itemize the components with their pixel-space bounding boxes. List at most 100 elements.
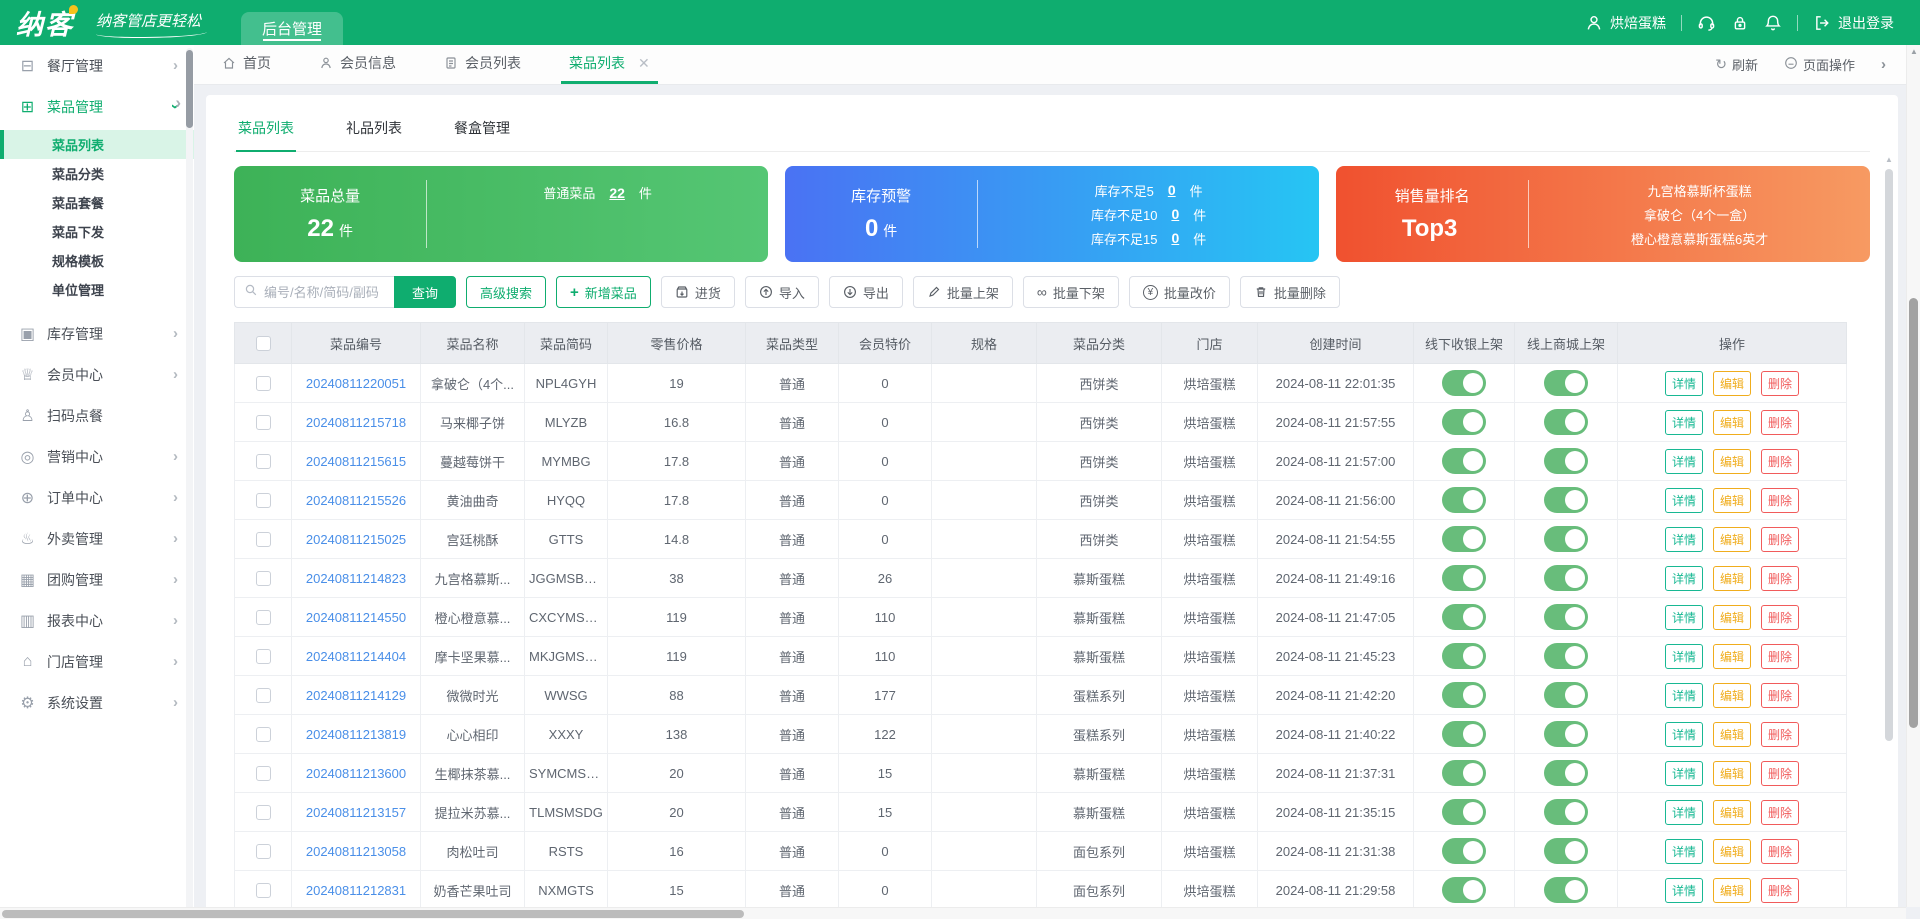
sidebar-item-dish-mgmt[interactable]: ⊞ 菜品管理 ›	[0, 86, 194, 127]
row-checkbox[interactable]	[255, 805, 271, 821]
offline-shelf-toggle[interactable]	[1442, 448, 1486, 474]
offline-shelf-toggle[interactable]	[1442, 409, 1486, 435]
query-button[interactable]: 查询	[394, 276, 457, 308]
offline-shelf-toggle[interactable]	[1442, 838, 1486, 864]
online-shelf-toggle[interactable]	[1544, 565, 1588, 591]
offline-shelf-toggle[interactable]	[1442, 565, 1486, 591]
subtab-mealbox-mgmt[interactable]: 餐盒管理	[452, 111, 512, 151]
tab-member-list[interactable]: 会员列表	[444, 53, 521, 84]
advanced-search-button[interactable]: 高级搜索	[466, 276, 547, 308]
delete-button[interactable]: 删除	[1761, 604, 1800, 630]
current-user[interactable]: 烘焙蛋糕	[1585, 13, 1666, 33]
row-checkbox[interactable]	[255, 376, 271, 392]
sidebar-item-system-settings[interactable]: ⚙ 系统设置 ›	[0, 682, 194, 723]
online-shelf-toggle[interactable]	[1544, 409, 1588, 435]
detail-button[interactable]: 详情	[1664, 370, 1703, 396]
dish-id-link[interactable]: 20240811220051	[306, 376, 406, 391]
bell-icon[interactable]	[1764, 14, 1782, 32]
sidebar-subitem-dish-combo[interactable]: 菜品套餐	[0, 188, 194, 217]
sidebar-subitem-dish-list[interactable]: 菜品列表	[0, 130, 194, 159]
edit-button[interactable]: 编辑	[1712, 370, 1751, 396]
detail-button[interactable]: 详情	[1664, 604, 1703, 630]
offline-shelf-toggle[interactable]	[1442, 682, 1486, 708]
tab-member-info[interactable]: 会员信息	[319, 53, 396, 84]
refresh-button[interactable]: ↻ 刷新	[1715, 55, 1758, 74]
scroll-up-icon[interactable]: ▲	[1885, 155, 1893, 164]
online-shelf-toggle[interactable]	[1544, 526, 1588, 552]
offline-shelf-toggle[interactable]	[1442, 526, 1486, 552]
subtab-dish-list[interactable]: 菜品列表	[236, 111, 296, 152]
batch-off-shelf-button[interactable]: ∞ 批量下架	[1022, 276, 1119, 308]
batch-on-shelf-button[interactable]: 批量上架	[912, 276, 1013, 308]
batch-delete-button[interactable]: 批量删除	[1239, 276, 1340, 308]
edit-button[interactable]: 编辑	[1712, 565, 1751, 591]
sidebar-item-scan-order[interactable]: ♙ 扫码点餐	[0, 395, 194, 436]
delete-button[interactable]: 删除	[1761, 448, 1800, 474]
delete-button[interactable]: 删除	[1761, 721, 1800, 747]
online-shelf-toggle[interactable]	[1544, 487, 1588, 513]
offline-shelf-toggle[interactable]	[1442, 487, 1486, 513]
search-input[interactable]	[264, 284, 385, 300]
detail-button[interactable]: 详情	[1664, 643, 1703, 669]
offline-shelf-toggle[interactable]	[1442, 721, 1486, 747]
dish-id-link[interactable]: 20240811213058	[306, 844, 406, 859]
dish-id-link[interactable]: 20240811213157	[306, 805, 406, 820]
export-button[interactable]: 导出	[828, 276, 903, 308]
window-horizontal-scrollbar[interactable]	[0, 907, 1906, 919]
edit-button[interactable]: 编辑	[1712, 604, 1751, 630]
detail-button[interactable]: 详情	[1664, 721, 1703, 747]
detail-button[interactable]: 详情	[1664, 682, 1703, 708]
sidebar-item-marketing-center[interactable]: ◎ 营销中心 ›	[0, 436, 194, 477]
row-checkbox[interactable]	[255, 727, 271, 743]
row-checkbox[interactable]	[255, 883, 271, 899]
delete-button[interactable]: 删除	[1761, 370, 1800, 396]
row-checkbox[interactable]	[255, 415, 271, 431]
chevron-right-icon[interactable]: ›	[1881, 56, 1886, 73]
dish-id-link[interactable]: 20240811215615	[306, 454, 406, 469]
delete-button[interactable]: 删除	[1761, 838, 1800, 864]
edit-button[interactable]: 编辑	[1712, 799, 1751, 825]
online-shelf-toggle[interactable]	[1544, 838, 1588, 864]
delete-button[interactable]: 删除	[1761, 877, 1800, 903]
sidebar-item-store-mgmt[interactable]: ⌂ 门店管理 ›	[0, 641, 194, 682]
sidebar-subitem-dish-category[interactable]: 菜品分类	[0, 159, 194, 188]
sidebar-scrollbar[interactable]	[186, 48, 193, 916]
sidebar-item-inventory-mgmt[interactable]: ▣ 库存管理 ›	[0, 313, 194, 354]
dish-id-link[interactable]: 20240811212831	[306, 883, 406, 898]
detail-button[interactable]: 详情	[1664, 487, 1703, 513]
window-vertical-scrollbar[interactable]: ▲	[1906, 45, 1920, 907]
edit-button[interactable]: 编辑	[1712, 526, 1751, 552]
detail-button[interactable]: 详情	[1664, 448, 1703, 474]
row-checkbox[interactable]	[255, 610, 271, 626]
sidebar-item-groupbuy-mgmt[interactable]: ▦ 团购管理 ›	[0, 559, 194, 600]
sidebar-collapse-handle[interactable]: ›	[175, 93, 181, 113]
row-checkbox[interactable]	[255, 454, 271, 470]
panel-scrollbar[interactable]: ▲	[1884, 155, 1894, 911]
online-shelf-toggle[interactable]	[1544, 760, 1588, 786]
delete-button[interactable]: 删除	[1761, 643, 1800, 669]
sidebar-item-order-center[interactable]: ⊕ 订单中心 ›	[0, 477, 194, 518]
online-shelf-toggle[interactable]	[1544, 604, 1588, 630]
edit-button[interactable]: 编辑	[1712, 409, 1751, 435]
dish-id-link[interactable]: 20240811213819	[306, 727, 406, 742]
edit-button[interactable]: 编辑	[1712, 448, 1751, 474]
purchase-button[interactable]: 进货	[660, 276, 735, 308]
tab-dish-list[interactable]: 菜品列表 ✕	[561, 53, 658, 84]
dish-id-link[interactable]: 20240811214823	[306, 571, 406, 586]
online-shelf-toggle[interactable]	[1544, 721, 1588, 747]
offline-shelf-toggle[interactable]	[1442, 799, 1486, 825]
sidebar-subitem-spec-template[interactable]: 规格模板	[0, 246, 194, 275]
scroll-up-icon[interactable]: ▲	[1910, 47, 1918, 56]
offline-shelf-toggle[interactable]	[1442, 877, 1486, 903]
online-shelf-toggle[interactable]	[1544, 448, 1588, 474]
logout-button[interactable]: 退出登录	[1813, 13, 1894, 33]
delete-button[interactable]: 删除	[1761, 682, 1800, 708]
detail-button[interactable]: 详情	[1664, 838, 1703, 864]
dish-id-link[interactable]: 20240811214129	[306, 688, 406, 703]
offline-shelf-toggle[interactable]	[1442, 604, 1486, 630]
delete-button[interactable]: 删除	[1761, 409, 1800, 435]
sidebar-item-takeout-mgmt[interactable]: ♨ 外卖管理 ›	[0, 518, 194, 559]
detail-button[interactable]: 详情	[1664, 760, 1703, 786]
dish-id-link[interactable]: 20240811215718	[306, 415, 406, 430]
row-checkbox[interactable]	[255, 571, 271, 587]
